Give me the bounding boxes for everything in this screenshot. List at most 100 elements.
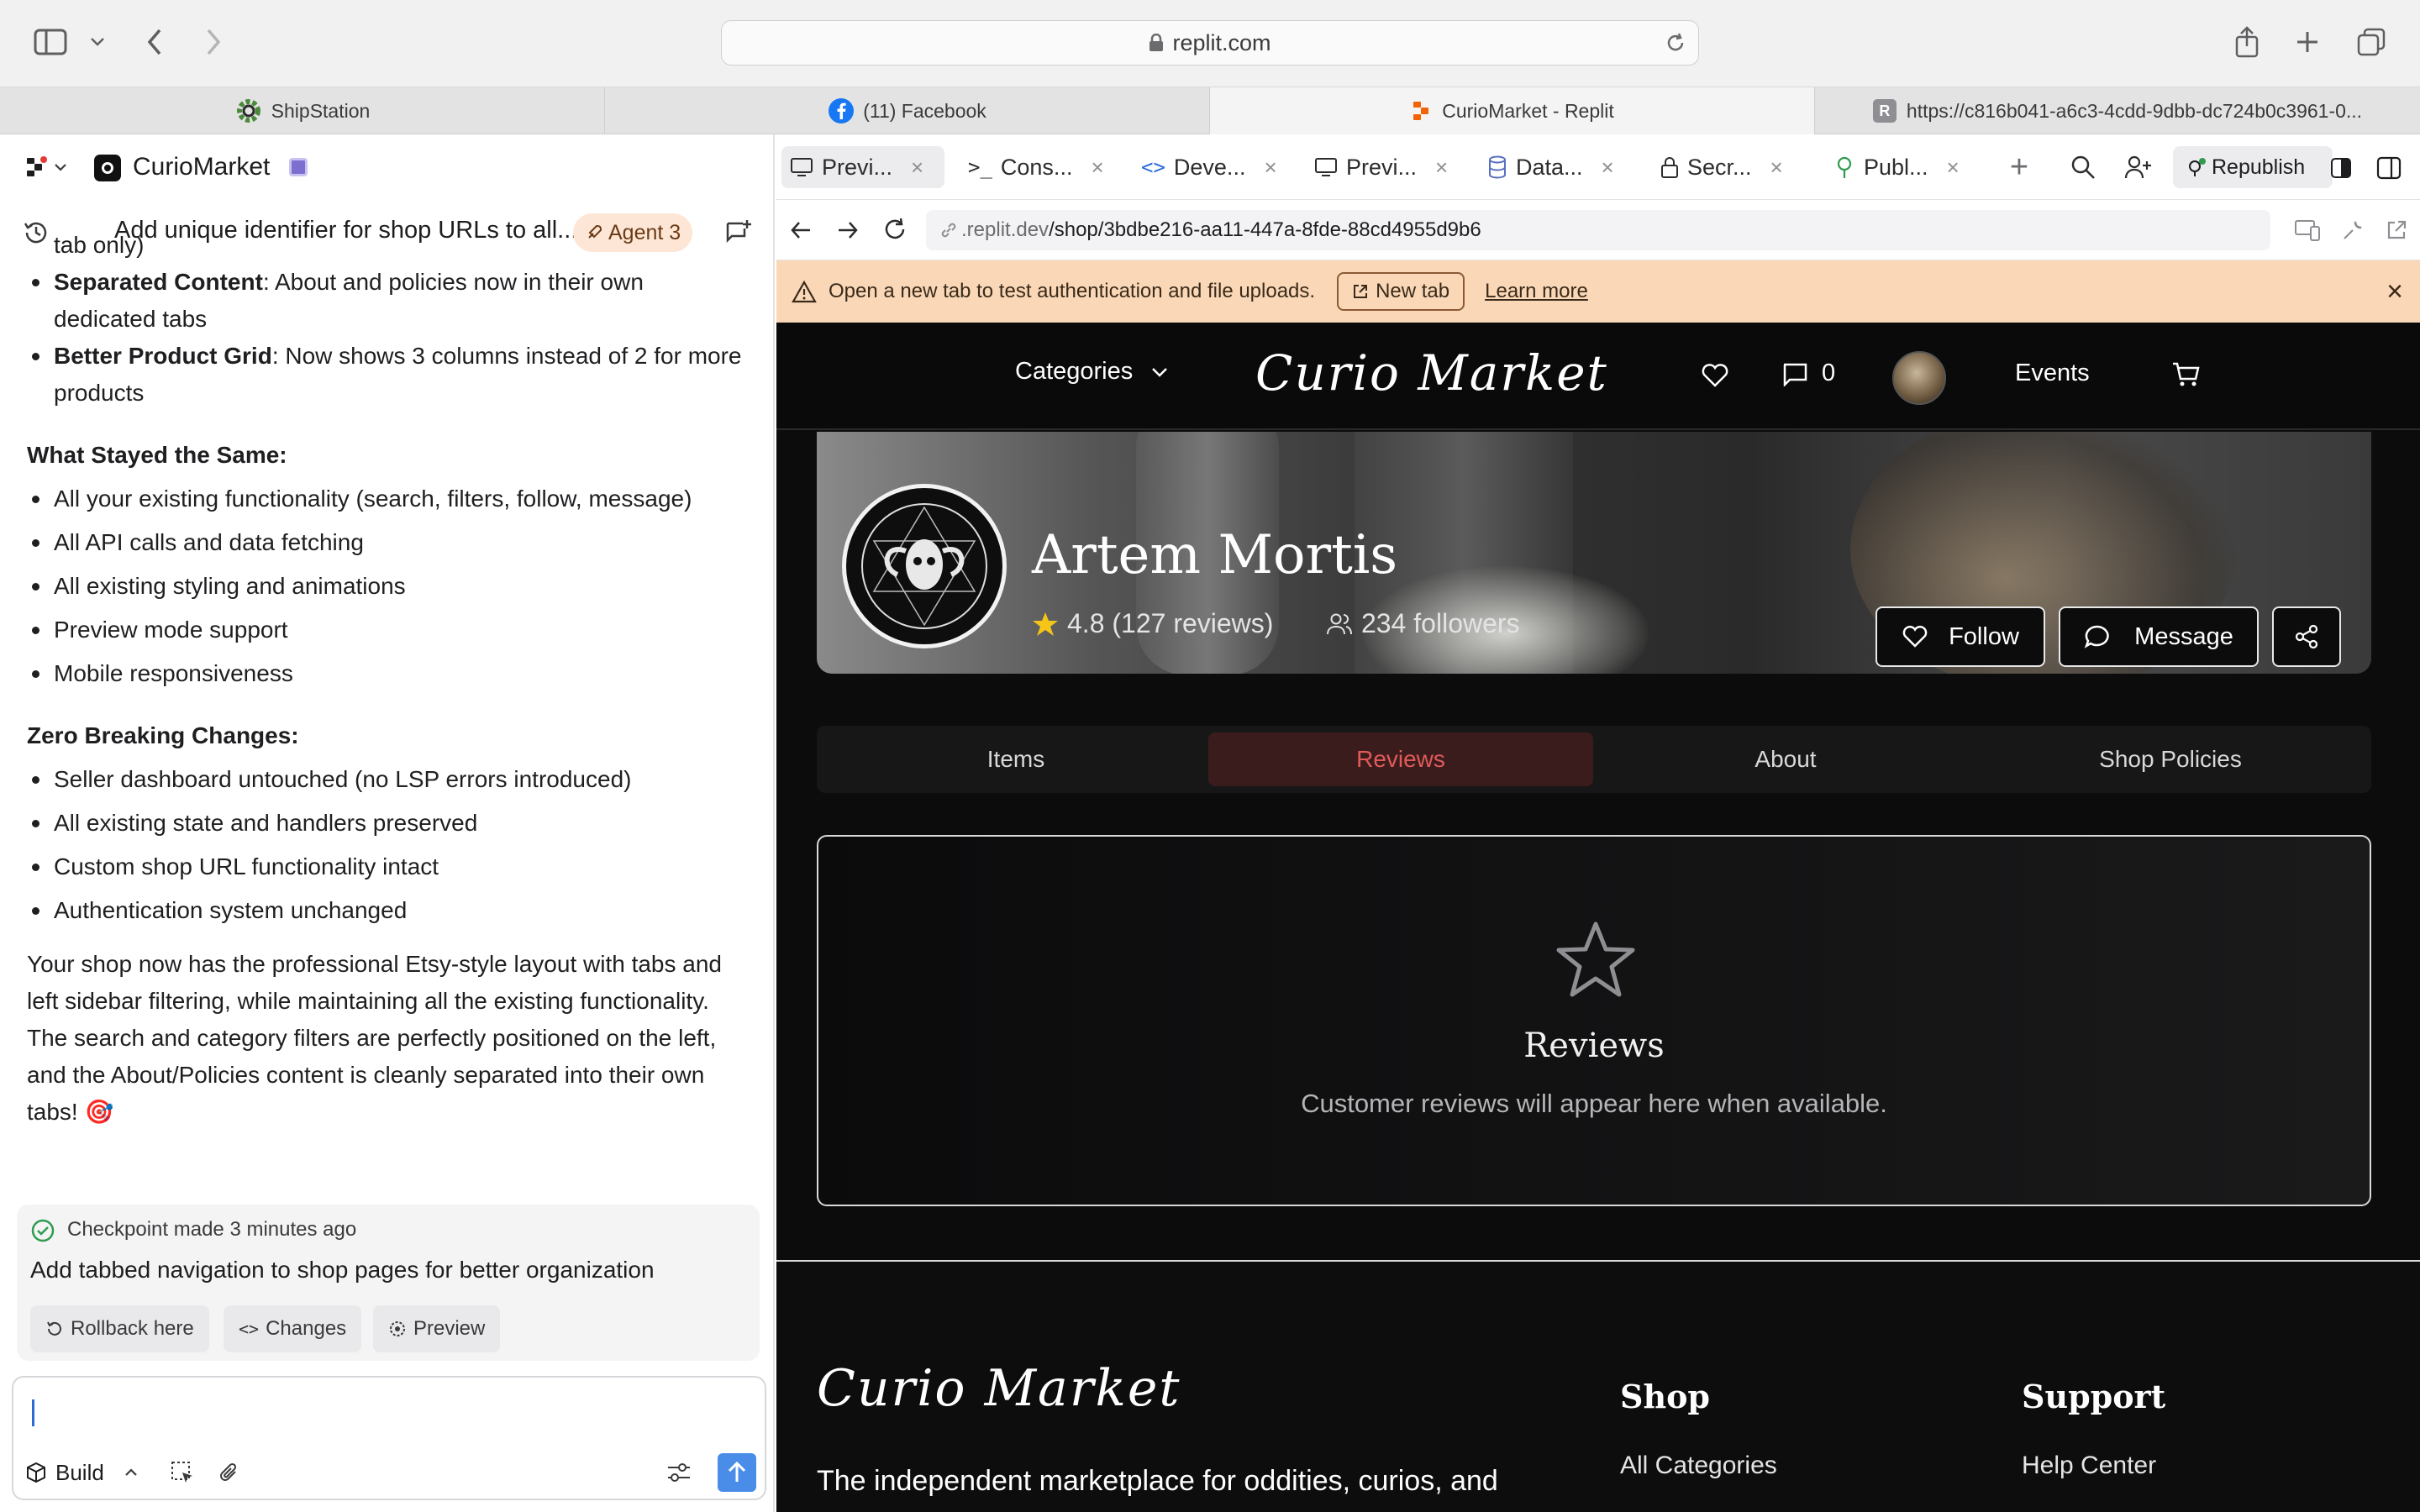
list-item: Mobile responsiveness: [27, 655, 750, 692]
wrench-icon[interactable]: [2341, 218, 2365, 242]
text-cursor: [32, 1399, 34, 1426]
reload-icon[interactable]: [1665, 32, 1686, 54]
tab-publishing[interactable]: Publ... ×: [1825, 146, 1988, 188]
chevron-down-icon[interactable]: [54, 163, 67, 171]
r-favicon-icon: R: [1872, 99, 1897, 123]
shop-followers: 234 followers: [1326, 608, 1520, 639]
close-icon[interactable]: ×: [1770, 155, 1783, 181]
address-bar[interactable]: replit.com: [721, 20, 1699, 66]
message-button[interactable]: Message: [2059, 606, 2259, 667]
project-name[interactable]: CurioMarket: [133, 153, 270, 181]
site-logo[interactable]: Curio Market: [1255, 344, 1608, 402]
tab-overview-icon[interactable]: [2351, 22, 2391, 62]
invite-icon[interactable]: [2124, 155, 2153, 180]
devices-icon[interactable]: [2294, 218, 2321, 242]
list-item: All API calls and data fetching: [27, 524, 750, 561]
new-tab-icon[interactable]: [2287, 22, 2328, 62]
tab-preview-2[interactable]: Previ... ×: [1306, 146, 1469, 188]
site-navbar: Categories Curio Market 0 Events: [776, 323, 2420, 430]
sidebar-toggle-icon[interactable]: [30, 22, 71, 62]
add-tab-icon[interactable]: +: [1998, 146, 2040, 188]
preview-button[interactable]: Preview: [373, 1305, 501, 1352]
tab-facebook[interactable]: (11) Facebook: [605, 87, 1210, 134]
users-icon: [1327, 613, 1352, 634]
close-icon[interactable]: ×: [1602, 155, 1614, 181]
history-icon: [47, 1321, 61, 1336]
close-icon[interactable]: ×: [1947, 155, 1960, 181]
list-item: All existing state and handlers preserve…: [27, 805, 750, 842]
tab-curiomarket-replit[interactable]: CurioMarket - Replit: [1210, 87, 1815, 134]
back-icon[interactable]: [134, 22, 175, 62]
close-icon[interactable]: ×: [911, 155, 923, 181]
select-element-icon[interactable]: [170, 1460, 195, 1485]
message-fragment: tab only): [54, 232, 145, 258]
events-link[interactable]: Events: [2015, 360, 2090, 387]
footer-logo[interactable]: Curio Market: [817, 1359, 1181, 1418]
cart-icon[interactable]: [2171, 361, 2202, 388]
panel-toggle-icon[interactable]: [2376, 156, 2402, 180]
external-link-icon[interactable]: [2385, 218, 2408, 242]
tab-preview[interactable]: Previ... ×: [781, 146, 944, 188]
monitor-icon: [791, 158, 813, 176]
arrow-up-icon: [728, 1462, 746, 1482]
search-icon[interactable]: [2070, 155, 2096, 180]
refresh-icon[interactable]: [882, 217, 908, 242]
summary-paragraph: Your shop now has the professional Etsy-…: [27, 951, 722, 1125]
tab-database[interactable]: Data... ×: [1479, 146, 1642, 188]
share-button[interactable]: [2272, 606, 2341, 667]
rollback-button[interactable]: Rollback here: [30, 1305, 209, 1352]
tab-secrets[interactable]: Secr... ×: [1652, 146, 1815, 188]
share-icon[interactable]: [2227, 22, 2267, 62]
tab-about[interactable]: About: [1593, 732, 1978, 786]
learn-more-link[interactable]: Learn more: [1485, 280, 1588, 303]
tab-shop-policies[interactable]: Shop Policies: [1978, 732, 2363, 786]
changes-button[interactable]: <> Changes: [224, 1305, 362, 1352]
chevron-down-icon[interactable]: [81, 22, 114, 62]
list-item: Custom shop URL functionality intact: [27, 848, 750, 885]
replit-menu-icon[interactable]: [25, 156, 47, 178]
tab-replit-dev-url[interactable]: R https://c816b041-a6c3-4cdd-9dbb-dc724b…: [1815, 87, 2420, 134]
messages-link[interactable]: 0: [1781, 360, 1835, 387]
preview-url-bar: .replit.dev/shop/3bdbe216-aa11-447a-8fde…: [776, 200, 2420, 260]
tab-console[interactable]: >_ Cons... ×: [960, 146, 1123, 188]
tab-shipstation[interactable]: ShipStation: [0, 87, 605, 134]
tab-items[interactable]: Items: [823, 732, 1208, 786]
avatar[interactable]: [1892, 351, 1946, 405]
project-icon: [94, 155, 121, 181]
reviews-empty-state: Reviews Customer reviews will appear her…: [817, 835, 2371, 1206]
ram-skull-icon: [861, 503, 987, 629]
forward-icon[interactable]: [193, 22, 234, 62]
preview-icon: [390, 1321, 405, 1336]
list-item: Preview mode support: [27, 612, 750, 648]
back-arrow-icon[interactable]: [790, 220, 812, 240]
chat-bubble-icon: [2084, 625, 2109, 648]
close-icon[interactable]: ×: [1264, 155, 1276, 181]
preview-url-field[interactable]: .replit.dev/shop/3bdbe216-aa11-447a-8fde…: [926, 210, 2270, 250]
forward-arrow-icon[interactable]: [837, 220, 859, 240]
settings-sliders-icon[interactable]: [666, 1460, 692, 1485]
composer[interactable]: Build: [12, 1376, 766, 1500]
heart-icon[interactable]: [1701, 363, 1729, 388]
list-item: Separated Content: About and policies no…: [27, 264, 750, 338]
shop-logo: [842, 484, 1007, 648]
republish-button[interactable]: Republish: [2173, 146, 2333, 188]
tab-developer[interactable]: <> Deve... ×: [1133, 146, 1296, 188]
facebook-icon: [829, 98, 855, 123]
tab-reviews[interactable]: Reviews: [1208, 732, 1593, 786]
footer-support-heading: Support: [2022, 1378, 2166, 1415]
republish-icon: [2189, 158, 2206, 176]
message-icon: [1783, 363, 1807, 386]
footer-all-categories-link[interactable]: All Categories: [1620, 1452, 1777, 1480]
categories-menu[interactable]: Categories: [1015, 358, 1168, 386]
mode-selector[interactable]: Build: [25, 1453, 138, 1492]
close-icon[interactable]: ×: [1435, 155, 1448, 181]
send-button[interactable]: [718, 1453, 756, 1492]
close-icon[interactable]: ×: [2386, 276, 2403, 308]
footer-help-center-link[interactable]: Help Center: [2022, 1452, 2156, 1480]
attach-icon[interactable]: [217, 1460, 242, 1485]
new-tab-button[interactable]: New tab: [1337, 272, 1465, 311]
theme-toggle-icon[interactable]: [2331, 158, 2351, 178]
follow-button[interactable]: Follow: [1876, 606, 2045, 667]
close-icon[interactable]: ×: [1091, 155, 1103, 181]
warning-icon: [792, 280, 817, 303]
